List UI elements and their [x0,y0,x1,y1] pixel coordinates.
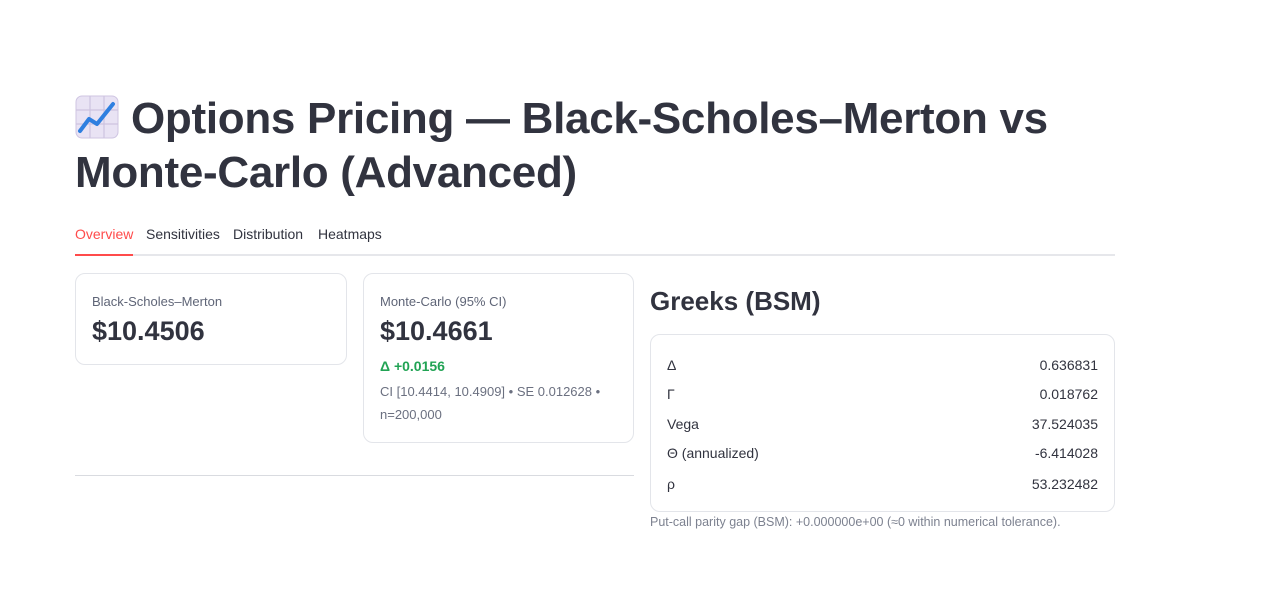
greek-value: 0.018762 [1039,386,1098,402]
tab-overview[interactable]: Overview [75,216,134,256]
tab-bar: Overview Sensitivities Distribution Heat… [75,216,1115,256]
bsm-metric-label: Black-Scholes–Merton [92,294,223,309]
greek-row-rho: ρ 53.232482 [667,476,1098,498]
tab-sensitivities[interactable]: Sensitivities [146,216,220,256]
chart-increasing-icon [75,95,119,139]
mc-metric-card: Monte-Carlo (95% CI) $10.4661 Δ +0.0156 … [363,273,634,443]
greek-row-gamma: Γ 0.018762 [667,386,1098,408]
tab-distribution[interactable]: Distribution [233,216,303,256]
section-divider [75,475,634,476]
greek-row-vega: Vega 37.524035 [667,416,1098,438]
parity-caption: Put-call parity gap (BSM): +0.000000e+00… [650,515,1061,529]
mc-metric-label: Monte-Carlo (95% CI) [380,294,507,309]
mc-metric-delta: Δ +0.0156 [380,358,445,374]
greek-row-delta: Δ 0.636831 [667,357,1098,379]
greek-name: ρ [667,476,675,492]
mc-metric-help: CI [10.4414, 10.4909] • SE 0.012628 • n=… [380,384,601,422]
greek-value: -6.414028 [1034,445,1098,461]
greek-name: Vega [667,416,699,432]
greek-value: 37.524035 [1031,416,1098,432]
bsm-metric-value: $10.4506 [92,316,205,346]
page-title-text: Options Pricing — Black-Scholes–Merton v… [75,94,1048,197]
greek-value: 0.636831 [1039,357,1098,373]
greek-name: Δ [667,357,677,373]
greek-row-theta: Θ (annualized) -6.414028 [667,445,1098,467]
greeks-title: Greeks (BSM) [650,286,821,316]
greek-value: 53.232482 [1031,476,1098,492]
bsm-metric-card: Black-Scholes–Merton $10.4506 [75,273,347,365]
app-page: Options Pricing — Black-Scholes–Merton v… [0,0,1272,594]
tab-heatmaps[interactable]: Heatmaps [318,216,382,256]
page-title: Options Pricing — Black-Scholes–Merton v… [75,92,1075,200]
greek-name: Θ (annualized) [667,445,759,461]
greeks-table: Δ 0.636831 Γ 0.018762 Vega 37.524035 Θ (… [650,334,1115,512]
mc-metric-value: $10.4661 [380,316,493,346]
greek-name: Γ [667,386,675,402]
